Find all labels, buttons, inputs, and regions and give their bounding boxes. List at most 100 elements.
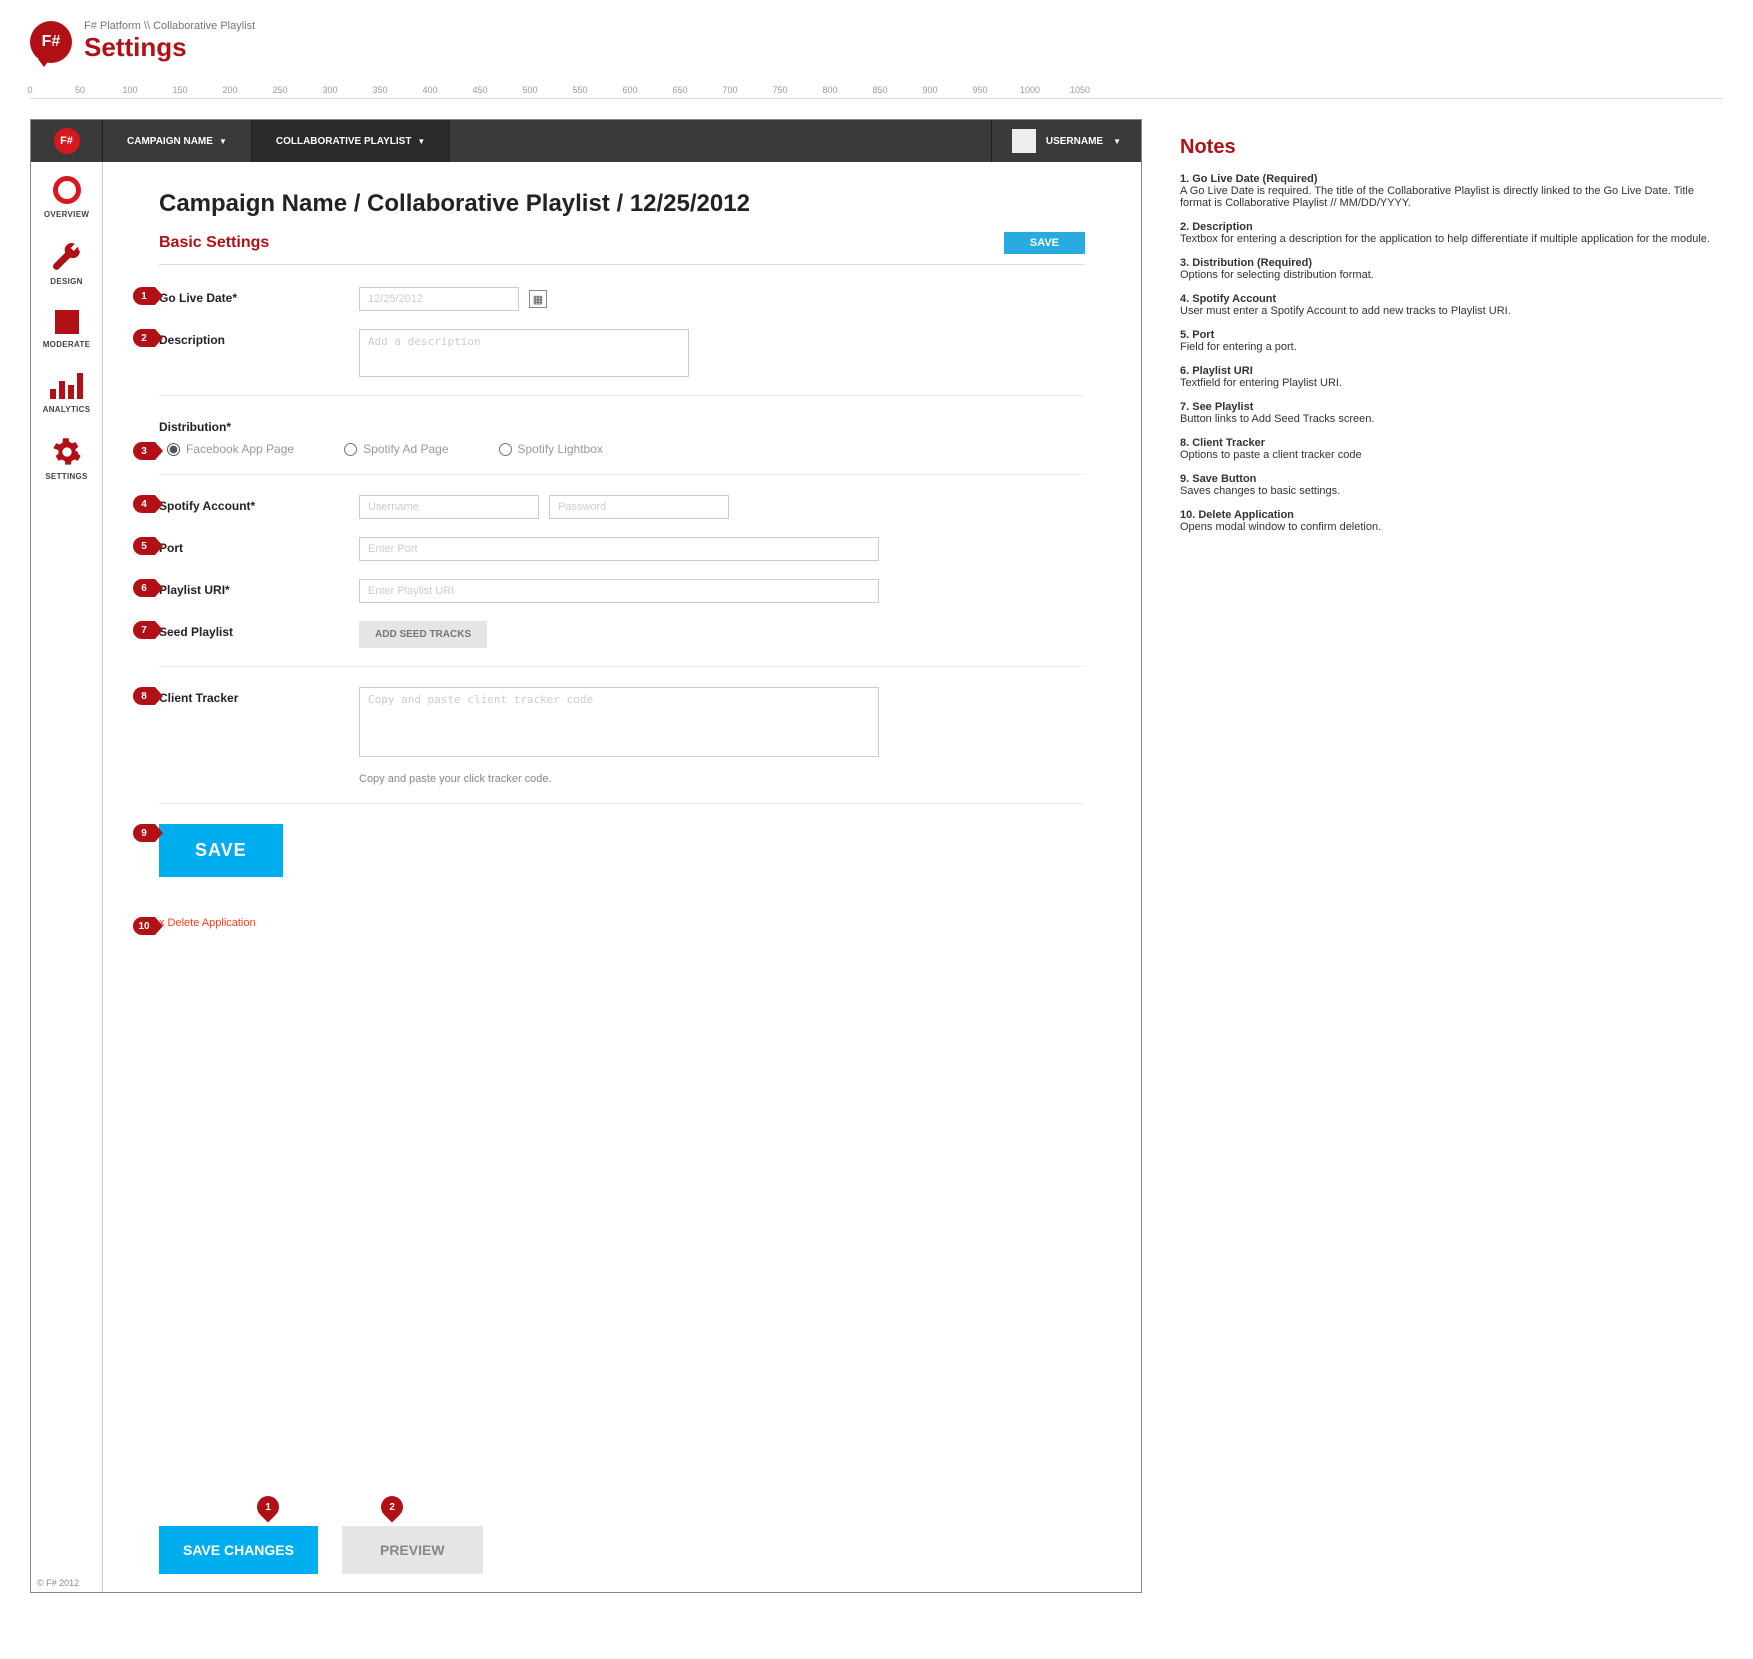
callout-2: 2 <box>133 329 155 347</box>
callout-7: 7 <box>133 621 155 639</box>
note-title: 9. Save Button <box>1180 473 1720 485</box>
ruler-tick: 350 <box>372 85 387 95</box>
caret-down-icon: ▼ <box>1113 137 1121 146</box>
note-title: 1. Go Live Date (Required) <box>1180 173 1720 185</box>
sidebar-label: MODERATE <box>43 340 91 349</box>
gear-icon <box>53 438 81 466</box>
go-live-input[interactable] <box>359 287 519 311</box>
ruler-tick: 700 <box>722 85 737 95</box>
note-body: Button links to Add Seed Tracks screen. <box>1180 413 1720 425</box>
ruler-tick: 0 <box>27 85 32 95</box>
delete-application-link[interactable]: x Delete Application <box>159 917 256 929</box>
sidebar-item-overview[interactable]: OVERVIEW <box>31 162 102 229</box>
ruler-tick: 600 <box>622 85 637 95</box>
note-title: 3. Distribution (Required) <box>1180 257 1720 269</box>
radio-facebook-input[interactable] <box>167 443 180 456</box>
label-seed-playlist: Seed Playlist <box>159 621 359 639</box>
ruler-tick: 1000 <box>1020 85 1040 95</box>
note-body: Textbox for entering a description for t… <box>1180 233 1720 245</box>
note-item: 3. Distribution (Required)Options for se… <box>1180 257 1720 281</box>
note-body: Textfield for entering Playlist URI. <box>1180 377 1720 389</box>
ruler-tick: 850 <box>872 85 887 95</box>
pin-1: 1 <box>252 1491 283 1522</box>
divider <box>159 474 1085 475</box>
copyright: © F# 2012 <box>37 1578 79 1588</box>
label-spotify-account: Spotify Account* <box>159 495 359 513</box>
callout-1: 1 <box>133 287 155 305</box>
bottom-action-bar: SAVE CHANGES PREVIEW <box>159 1526 483 1574</box>
sidebar-item-design[interactable]: DESIGN <box>31 229 102 296</box>
nav-playlist[interactable]: COLLABORATIVE PLAYLIST ▼ <box>252 120 450 162</box>
nav-logo[interactable]: F# <box>31 120 103 162</box>
main-content: Campaign Name / Collaborative Playlist /… <box>103 162 1141 1592</box>
ruler-tick: 550 <box>572 85 587 95</box>
nav-user[interactable]: USERNAME ▼ <box>992 120 1141 162</box>
ruler-tick: 50 <box>75 85 85 95</box>
save-changes-button[interactable]: SAVE CHANGES <box>159 1526 318 1574</box>
radio-spotify-lightbox-label: Spotify Lightbox <box>518 442 603 456</box>
avatar <box>1012 129 1036 153</box>
spotify-password-input[interactable] <box>549 495 729 519</box>
sidebar-label: DESIGN <box>50 277 82 286</box>
note-body: Saves changes to basic settings. <box>1180 485 1720 497</box>
radio-spotify-lightbox-input[interactable] <box>499 443 512 456</box>
note-title: 7. See Playlist <box>1180 401 1720 413</box>
port-input[interactable] <box>359 537 879 561</box>
label-port: Port <box>159 537 359 555</box>
notes-title: Notes <box>1180 136 1720 159</box>
nav-campaign[interactable]: CAMPAIGN NAME ▼ <box>103 120 252 162</box>
ruler-tick: 900 <box>922 85 937 95</box>
divider <box>159 666 1085 667</box>
nav-playlist-label: COLLABORATIVE PLAYLIST <box>276 136 412 147</box>
callout-5: 5 <box>133 537 155 555</box>
sidebar: OVERVIEW DESIGN MODERATE ANALYTICS <box>31 162 103 1592</box>
ruler-tick: 750 <box>772 85 787 95</box>
ruler-tick: 300 <box>322 85 337 95</box>
note-body: A Go Live Date is required. The title of… <box>1180 185 1720 209</box>
nav-username-label: USERNAME <box>1046 136 1103 147</box>
note-body: Opens modal window to confirm deletion. <box>1180 521 1720 533</box>
sidebar-label: OVERVIEW <box>44 210 89 219</box>
callout-10: 10 <box>133 917 155 935</box>
sidebar-item-moderate[interactable]: MODERATE <box>31 296 102 359</box>
calendar-icon[interactable]: ▦ <box>529 290 547 308</box>
playlist-uri-input[interactable] <box>359 579 879 603</box>
ruler-tick: 200 <box>222 85 237 95</box>
caret-down-icon: ▼ <box>219 137 227 146</box>
sidebar-item-analytics[interactable]: ANALYTICS <box>31 359 102 424</box>
sidebar-label: ANALYTICS <box>43 405 91 414</box>
label-go-live: Go Live Date* <box>159 287 359 305</box>
preview-button[interactable]: PREVIEW <box>342 1526 483 1574</box>
callout-9: 9 <box>133 824 155 842</box>
radio-spotify-lightbox[interactable]: Spotify Lightbox <box>499 442 603 456</box>
ruler-tick: 650 <box>672 85 687 95</box>
note-title: 10. Delete Application <box>1180 509 1720 521</box>
spotify-username-input[interactable] <box>359 495 539 519</box>
note-item: 9. Save ButtonSaves changes to basic set… <box>1180 473 1720 497</box>
divider <box>159 803 1085 804</box>
ruler-tick: 800 <box>822 85 837 95</box>
client-tracker-input[interactable] <box>359 687 879 757</box>
label-playlist-uri: Playlist URI* <box>159 579 359 597</box>
note-title: 2. Description <box>1180 221 1720 233</box>
save-button[interactable]: SAVE <box>159 824 283 877</box>
section-title: Basic Settings <box>159 234 269 252</box>
note-item: 10. Delete ApplicationOpens modal window… <box>1180 509 1720 533</box>
ruler: 0501001502002503003504004505005506006507… <box>30 73 1723 99</box>
note-item: 4. Spotify AccountUser must enter a Spot… <box>1180 293 1720 317</box>
breadcrumb: F# Platform \\ Collaborative Playlist <box>84 20 255 32</box>
label-client-tracker: Client Tracker <box>159 687 359 705</box>
note-item: 1. Go Live Date (Required)A Go Live Date… <box>1180 173 1720 209</box>
radio-spotify-ad-input[interactable] <box>344 443 357 456</box>
save-top-button[interactable]: SAVE <box>1004 232 1085 254</box>
note-body: Field for entering a port. <box>1180 341 1720 353</box>
description-input[interactable] <box>359 329 689 377</box>
add-seed-tracks-button[interactable]: ADD SEED TRACKS <box>359 621 487 648</box>
sidebar-item-settings[interactable]: SETTINGS <box>31 424 102 491</box>
logo-icon: F# <box>30 21 72 63</box>
radio-spotify-ad[interactable]: Spotify Ad Page <box>344 442 448 456</box>
radio-facebook[interactable]: Facebook App Page <box>167 442 294 456</box>
ruler-tick: 100 <box>122 85 137 95</box>
note-item: 8. Client TrackerOptions to paste a clie… <box>1180 437 1720 461</box>
content-title: Campaign Name / Collaborative Playlist /… <box>159 190 1085 218</box>
